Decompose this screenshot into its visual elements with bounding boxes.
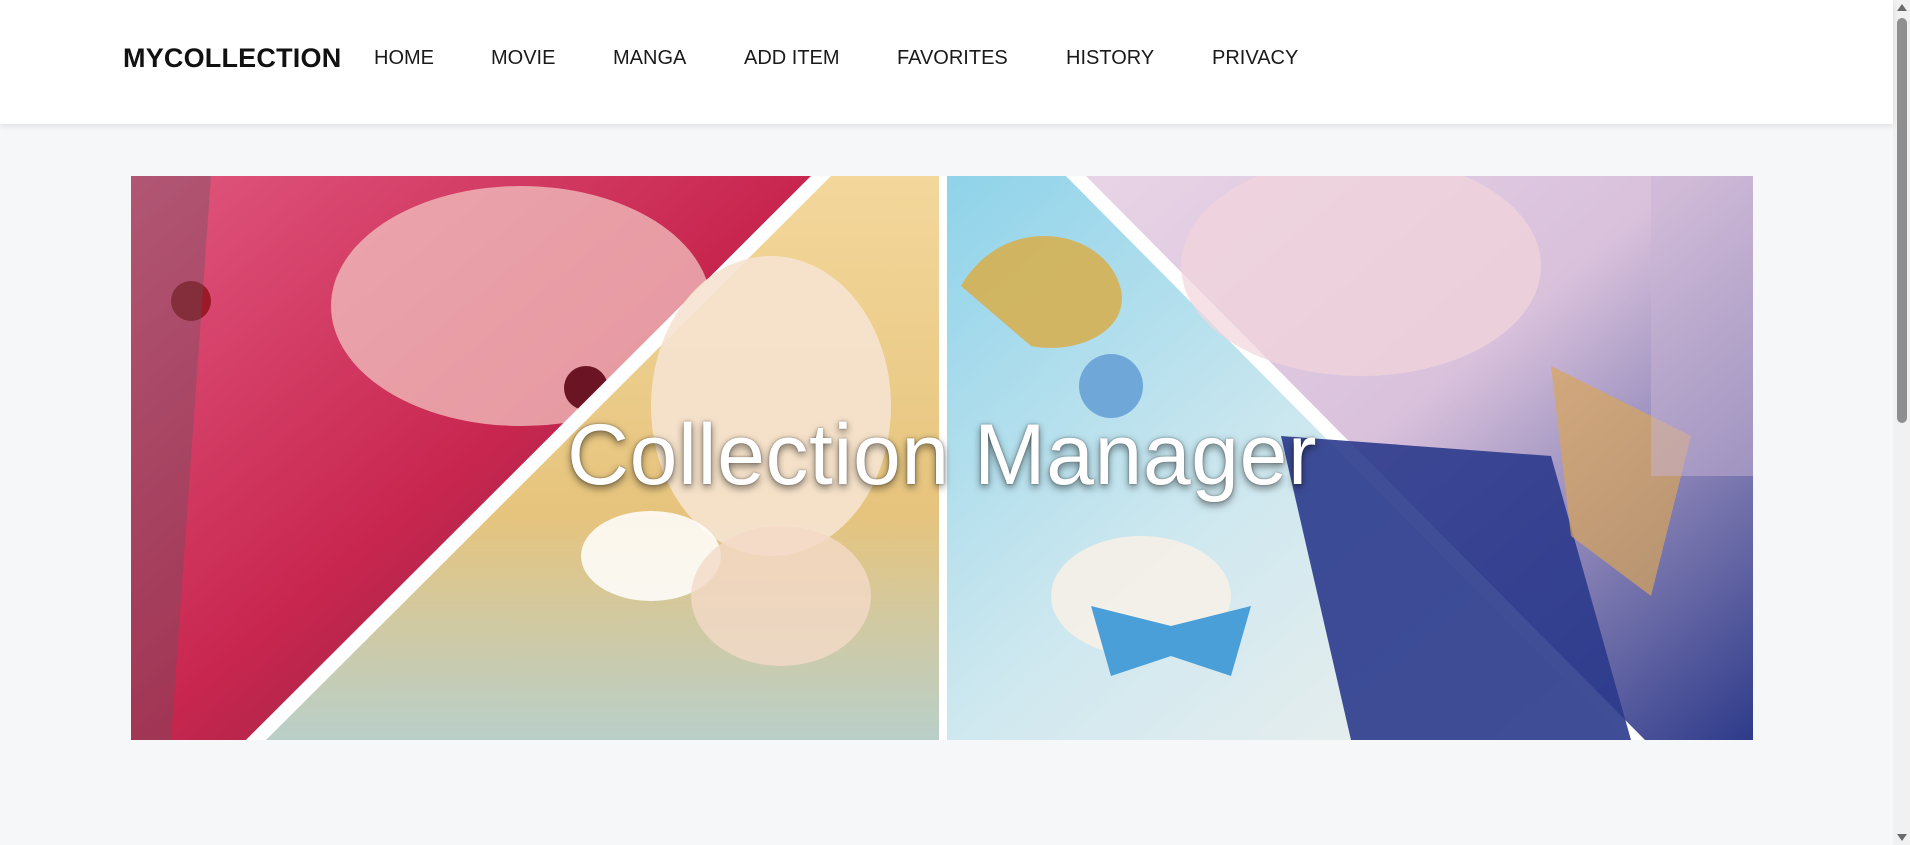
- brand-logo-text[interactable]: MYCOLLECTION: [123, 43, 341, 74]
- scrollbar-thumb[interactable]: [1897, 18, 1907, 423]
- top-navbar: MYCOLLECTION HOME MOVIE MANGA ADD ITEM F…: [0, 0, 1893, 124]
- nav-item-movie[interactable]: MOVIE: [491, 47, 555, 70]
- scroll-down-arrow-icon[interactable]: [1897, 834, 1907, 841]
- nav-item-favorites[interactable]: FAVORITES: [897, 47, 1008, 70]
- nav-item-privacy[interactable]: PRIVACY: [1212, 47, 1298, 70]
- nav-item-add-item[interactable]: ADD ITEM: [744, 47, 840, 70]
- scroll-up-arrow-icon[interactable]: [1897, 4, 1907, 11]
- vertical-scrollbar[interactable]: [1893, 0, 1910, 845]
- nav-item-history[interactable]: HISTORY: [1066, 47, 1154, 70]
- nav-item-home[interactable]: HOME: [374, 47, 434, 70]
- hero-title: Collection Manager: [567, 407, 1317, 503]
- nav-item-manga[interactable]: MANGA: [613, 47, 686, 70]
- hero-banner: Collection Manager: [131, 176, 1753, 740]
